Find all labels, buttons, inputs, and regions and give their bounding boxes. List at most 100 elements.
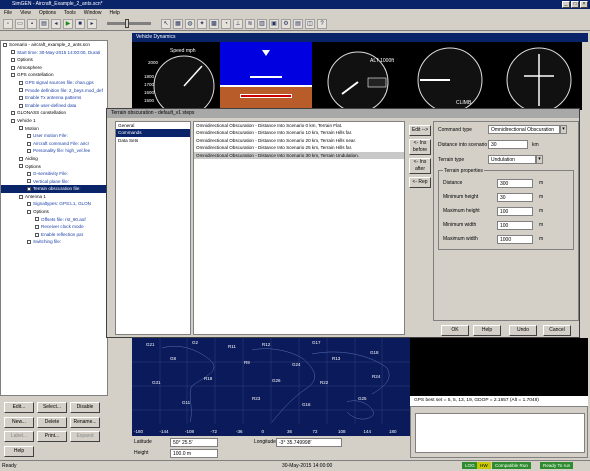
prop-field[interactable]: 100 [497, 207, 533, 216]
close-button[interactable]: × [580, 1, 588, 8]
disable-button[interactable]: Disable [70, 402, 100, 413]
prop-field[interactable]: 30 [497, 193, 533, 202]
tree-item[interactable]: Scenario - aircraft_example_2_ants.scn [1, 41, 107, 49]
tree-item[interactable]: GLONASS constellation [1, 109, 107, 117]
maximize-button[interactable]: □ [571, 1, 579, 8]
command-item-selected[interactable]: Omnidirectional Obscuration - Distance I… [194, 151, 404, 159]
prop-field[interactable]: 300 [497, 179, 533, 188]
edit-arrow-button[interactable]: Edit --> [409, 125, 431, 136]
prop-field[interactable]: 100 [497, 221, 533, 230]
print-icon[interactable]: ▤ [39, 18, 49, 29]
world-map[interactable]: G21 G2 R11 R12 G17 G8 R9 G24 R13 G18 G31 R18 G26 R22 R… [132, 338, 410, 436]
insert-before-button[interactable]: <- Ins before [409, 139, 431, 155]
menu-tools[interactable]: Tools [64, 9, 76, 17]
chart-icon[interactable]: ▦ [173, 18, 183, 29]
rename-button[interactable]: Rename... [70, 417, 100, 428]
tree-item[interactable]: Switching file: [1, 238, 107, 246]
prop-field[interactable]: 1000 [497, 235, 533, 244]
undo-button[interactable]: Undo [509, 325, 537, 336]
tree-item[interactable]: Enable Tx antenna patterns [1, 94, 107, 102]
step-back-icon[interactable]: ◂ [51, 18, 61, 29]
nav-data-sets[interactable]: Data Sets [116, 137, 190, 144]
command-list[interactable]: Omnidirectional Obscuration - Distance I… [193, 121, 405, 335]
insert-after-button[interactable]: <- Ins after [409, 158, 431, 174]
expand-button[interactable]: Expand [70, 431, 100, 442]
menu-view[interactable]: View [20, 9, 31, 17]
help-dialog-button[interactable]: Help [473, 325, 501, 336]
tree-item[interactable]: Options [1, 163, 107, 171]
tree-item[interactable]: Motion [1, 125, 107, 133]
height-field[interactable]: 100.0 m [170, 449, 218, 458]
cancel-button[interactable]: Cancel [543, 325, 571, 336]
tree-item[interactable]: Personality file: high_vel.fee [1, 147, 107, 155]
command-item[interactable]: Omnidirectional Obscuration - Distance I… [194, 129, 404, 136]
save-icon[interactable]: ▪ [27, 18, 37, 29]
command-item[interactable]: Omnidirectional Obscuration - Distance I… [194, 122, 404, 129]
step-forward-icon[interactable]: ▸ [87, 18, 97, 29]
tree-item[interactable]: Aircraft command File: aircr [1, 140, 107, 148]
gauge-icon[interactable]: ◔ [221, 18, 231, 29]
data-icon[interactable]: ▤ [293, 18, 303, 29]
print-button[interactable]: Print... [37, 431, 67, 442]
minimize-button[interactable]: _ [562, 1, 570, 8]
ok-button[interactable]: OK [441, 325, 469, 336]
help-button[interactable]: Help [4, 446, 34, 457]
tree-item[interactable]: Offsets file: rst_90.aof [1, 216, 107, 224]
config-icon[interactable]: ⚙ [281, 18, 291, 29]
menu-help[interactable]: Help [110, 9, 120, 17]
delete-button[interactable]: Delete [37, 417, 67, 428]
distance-field[interactable]: 30 [488, 140, 528, 149]
tree-item[interactable]: Antenna 1 [1, 193, 107, 201]
tree-item[interactable]: Terrain obscuration file: [1, 185, 107, 193]
antenna-icon[interactable]: ⊥ [233, 18, 243, 29]
table-icon[interactable]: ▥ [257, 18, 267, 29]
chevron-down-icon[interactable]: ▾ [560, 125, 567, 134]
command-item[interactable]: Omnidirectional Obscuration - Distance I… [194, 137, 404, 144]
open-icon[interactable]: ▭ [15, 18, 25, 29]
tree-item[interactable]: Aiding [1, 155, 107, 163]
tree-item[interactable]: Options [1, 56, 107, 64]
speed-slider[interactable] [107, 19, 151, 28]
new-button[interactable]: New... [4, 417, 34, 428]
nav-commands[interactable]: Commands [116, 129, 190, 137]
tree-item[interactable]: Pmode definition file: 2_beys.mod_def [1, 87, 107, 95]
tree-item[interactable]: GPS constellation [1, 71, 107, 79]
scenario-tree[interactable]: Scenario - aircraft_example_2_ants.scn St… [0, 40, 108, 396]
menu-file[interactable]: File [4, 9, 12, 17]
longitude-field[interactable]: -3° 35.749998' [276, 438, 342, 447]
tree-item[interactable]: Vehicle 1 [1, 117, 107, 125]
command-item[interactable]: Omnidirectional Obscuration - Distance I… [194, 144, 404, 151]
tree-item[interactable]: Enable reflection pat [1, 231, 107, 239]
chevron-down-icon[interactable]: ▾ [536, 155, 543, 164]
tree-item[interactable]: Receiver clock mode [1, 223, 107, 231]
signal-icon[interactable]: ≋ [245, 18, 255, 29]
replace-button[interactable]: <- Rep [409, 177, 431, 188]
select-button[interactable]: Select... [37, 402, 67, 413]
new-icon[interactable]: ▫ [3, 18, 13, 29]
stop-icon[interactable]: ■ [75, 18, 85, 29]
play-icon[interactable]: ▶ [63, 18, 73, 29]
tree-item[interactable]: Enable user-defined data [1, 102, 107, 110]
tree-item[interactable]: User motion File: [1, 132, 107, 140]
menu-options[interactable]: Options [39, 9, 56, 17]
menu-window[interactable]: Window [84, 9, 102, 17]
tree-item[interactable]: Signaltypes: GPS:L1, GLON [1, 200, 107, 208]
tree-item[interactable]: Options [1, 208, 107, 216]
plot-icon[interactable]: ◫ [305, 18, 315, 29]
tree-item[interactable]: Atmosphere [1, 64, 107, 72]
command-type-select[interactable]: Omnidirectional Obscuration [488, 125, 560, 134]
tree-item[interactable]: G-sensitivity File: [1, 170, 107, 178]
edit-button[interactable]: Edit... [4, 402, 34, 413]
globe-icon[interactable]: ◍ [185, 18, 195, 29]
nav-general[interactable]: General [116, 122, 190, 129]
tree-item[interactable]: GPS signal sources file: chan.gps [1, 79, 107, 87]
terrain-type-select[interactable]: Undulation [488, 155, 536, 164]
label-button[interactable]: Label... [4, 431, 34, 442]
tree-item[interactable]: Vertical plane file: [1, 178, 107, 186]
help-icon[interactable]: ? [317, 18, 327, 29]
tree-item[interactable]: Start time: 30-May-2015 14:00:00, Durati [1, 49, 107, 57]
latitude-field[interactable]: 50° 25.5' [170, 438, 218, 447]
satellite-icon[interactable]: ✦ [197, 18, 207, 29]
map-icon[interactable]: ▩ [209, 18, 219, 29]
log-icon[interactable]: ▣ [269, 18, 279, 29]
